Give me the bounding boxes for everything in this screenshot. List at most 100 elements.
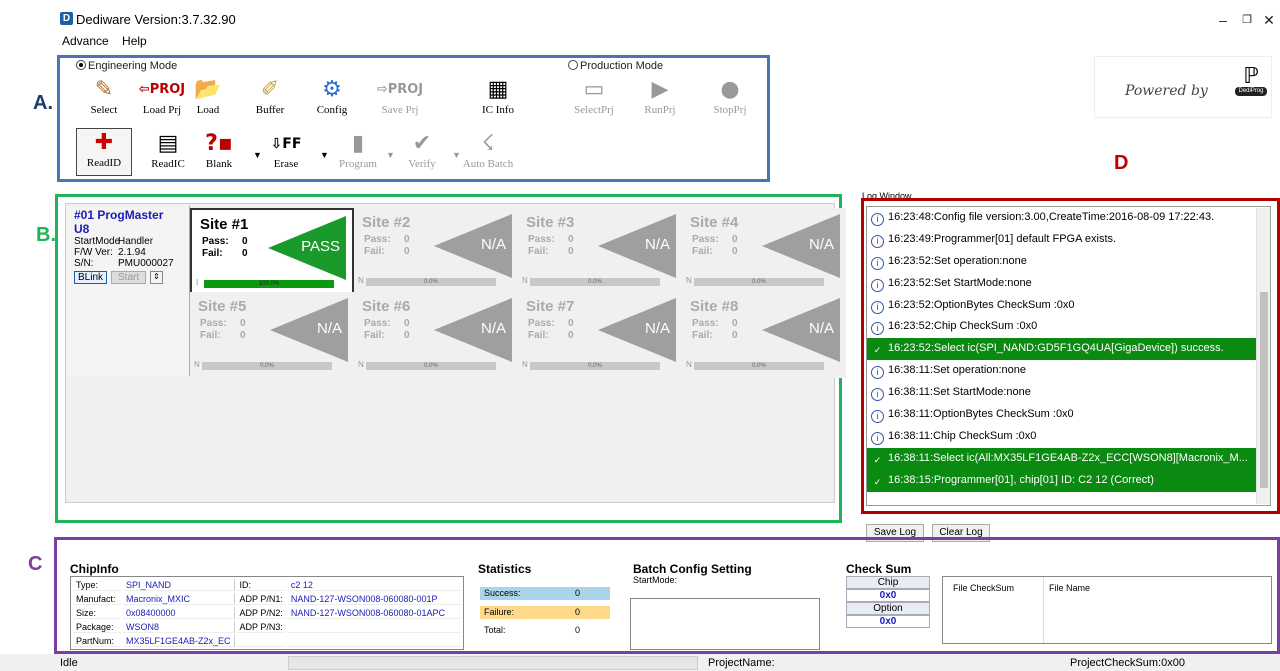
menu-bar: Advance Help — [62, 34, 157, 48]
app-logo-icon: D — [60, 12, 73, 25]
result-label: N/A — [316, 320, 342, 337]
stat-total: Total: 0 — [484, 625, 580, 635]
fail-label: Fail: — [528, 330, 549, 341]
fail-label: Fail: — [364, 330, 385, 341]
site-progress-bar: 0.0% — [694, 278, 824, 286]
blank-check-icon: ?▪ — [205, 131, 233, 156]
site-progress-bar: 0.0% — [530, 362, 660, 370]
verify-button[interactable]: ✔ Verify — [392, 130, 452, 170]
fail-count: 0 — [732, 246, 738, 257]
fail-label: Fail: — [202, 248, 223, 259]
site-card[interactable]: Site #1 Pass: 0 Fail: 0 PASS I 100.0% — [190, 208, 354, 294]
pass-count: 0 — [732, 234, 738, 245]
site-title: Site #8 — [690, 298, 739, 315]
site-card[interactable]: Site #8 Pass: 0 Fail: 0 N/A N 0.0% — [682, 292, 846, 378]
col-file-name: File Name — [1049, 583, 1091, 593]
app-title: Dediware Version:3.7.32.90 — [76, 12, 236, 27]
fail-label: Fail: — [364, 246, 385, 257]
pass-label: Pass: — [202, 236, 229, 247]
chipinfo-title: ChipInfo — [70, 562, 119, 576]
pass-label: Pass: — [692, 234, 719, 245]
select-project-icon: ▭ — [583, 77, 605, 102]
result-label: N/A — [644, 320, 670, 337]
chipinfo-row: Size: 0x08400000 ADP P/N2: NAND-127-WSON008… — [73, 607, 461, 619]
bar-prefix: N — [686, 360, 692, 369]
save-project-icon: ⇨PROJ — [376, 82, 424, 97]
save-project-button[interactable]: ⇨PROJ Save Prj — [370, 76, 430, 116]
fail-label: Fail: — [692, 330, 713, 341]
pass-count: 0 — [404, 318, 410, 329]
fail-count: 0 — [568, 246, 574, 257]
site-progress-bar: 100.0% — [204, 280, 334, 288]
site-card[interactable]: Site #4 Pass: 0 Fail: 0 N/A N 0.0% — [682, 208, 846, 294]
programmer-info: #01 ProgMaster U8 StartMode Handler F/W V… — [66, 206, 190, 376]
site-card[interactable]: Site #5 Pass: 0 Fail: 0 N/A N 0.0% — [190, 292, 354, 378]
site-progress-bar: 0.0% — [366, 278, 496, 286]
erase-button[interactable]: ⇩FF Erase — [256, 130, 316, 170]
engineering-mode-radio[interactable]: Engineering Mode — [76, 60, 177, 72]
fail-label: Fail: — [692, 246, 713, 257]
dediprog-logo: ℙ DediProg — [1235, 65, 1267, 105]
fail-count: 0 — [568, 330, 574, 341]
chipinfo-row: Type: SPI_NAND ID: c2 12 — [73, 579, 461, 591]
site-title: Site #6 — [362, 298, 411, 315]
fail-count: 0 — [240, 330, 246, 341]
pass-count: 0 — [732, 318, 738, 329]
result-label: N/A — [808, 320, 834, 337]
bar-prefix: N — [358, 276, 364, 285]
ic-info-button[interactable]: ▦ IC Info — [468, 76, 528, 116]
site-title: Site #4 — [690, 214, 739, 231]
callout-c: C — [28, 553, 43, 575]
site-title: Site #5 — [198, 298, 247, 315]
start-button[interactable]: Start — [111, 271, 147, 284]
pass-label: Pass: — [528, 234, 555, 245]
auto-batch-button[interactable]: ☇ Auto Batch — [458, 130, 518, 170]
pass-label: Pass: — [364, 318, 391, 329]
stat-failure: Failure: 0 — [480, 606, 610, 619]
spin-updown-icon[interactable]: ⇕ — [150, 271, 163, 284]
fail-count: 0 — [404, 246, 410, 257]
load-button[interactable]: 📂 Load — [178, 76, 238, 116]
callout-d: D — [1114, 152, 1129, 174]
pass-label: Pass: — [692, 318, 719, 329]
close-icon[interactable]: ✕ — [1254, 8, 1280, 32]
stat-success: Success: 0 — [480, 587, 610, 600]
powered-by-panel: Powered by ℙ DediProg — [1094, 56, 1272, 118]
fail-count: 0 — [404, 330, 410, 341]
bar-prefix: N — [686, 276, 692, 285]
production-mode-radio[interactable]: Production Mode — [568, 60, 663, 72]
select-project-button[interactable]: ▭ SelectPrj — [564, 76, 624, 116]
verify-icon: ✔ — [412, 131, 432, 156]
column-divider — [1043, 577, 1044, 643]
config-button[interactable]: ⚙ Config — [302, 76, 362, 116]
pass-count: 0 — [240, 318, 246, 329]
site-card[interactable]: Site #2 Pass: 0 Fail: 0 N/A N 0.0% — [354, 208, 518, 294]
buffer-icon: ✐ — [260, 77, 280, 102]
bar-prefix: N — [358, 360, 364, 369]
site-title: Site #7 — [526, 298, 575, 315]
run-project-button[interactable]: ▶ RunPrj — [630, 76, 690, 116]
site-card[interactable]: Site #3 Pass: 0 Fail: 0 N/A N 0.0% — [518, 208, 682, 294]
stop-project-button[interactable]: ● StopPrj — [700, 76, 760, 116]
menu-advance[interactable]: Advance — [62, 34, 109, 48]
program-button[interactable]: ▮ Program — [328, 130, 388, 170]
read-id-button[interactable]: ✚ ReadID — [76, 128, 132, 176]
site-progress-bar: 0.0% — [530, 278, 660, 286]
blank-button[interactable]: ?▪ Blank — [189, 130, 249, 170]
result-label: N/A — [644, 236, 670, 253]
ic-info-icon: ▦ — [487, 77, 509, 102]
site-card[interactable]: Site #6 Pass: 0 Fail: 0 N/A N 0.0% — [354, 292, 518, 378]
chipinfo-row: PartNum: MX35LF1GE4AB-Z2x_EC — [73, 635, 461, 647]
blink-button[interactable]: BLink — [74, 271, 108, 284]
file-checksum-table: File CheckSum File Name — [942, 576, 1272, 644]
status-project-checksum: ProjectCheckSum:0x00 — [1070, 657, 1185, 669]
select-button[interactable]: ✎ Select — [74, 76, 134, 116]
buffer-button[interactable]: ✐ Buffer — [240, 76, 300, 116]
col-file-checksum: File CheckSum — [953, 583, 1015, 593]
site-card[interactable]: Site #7 Pass: 0 Fail: 0 N/A N 0.0% — [518, 292, 682, 378]
fail-label: Fail: — [528, 246, 549, 257]
menu-help[interactable]: Help — [122, 34, 147, 48]
gear-icon: ⚙ — [322, 77, 342, 102]
batch-config-box[interactable] — [630, 598, 820, 650]
site-progress-bar: 0.0% — [694, 362, 824, 370]
